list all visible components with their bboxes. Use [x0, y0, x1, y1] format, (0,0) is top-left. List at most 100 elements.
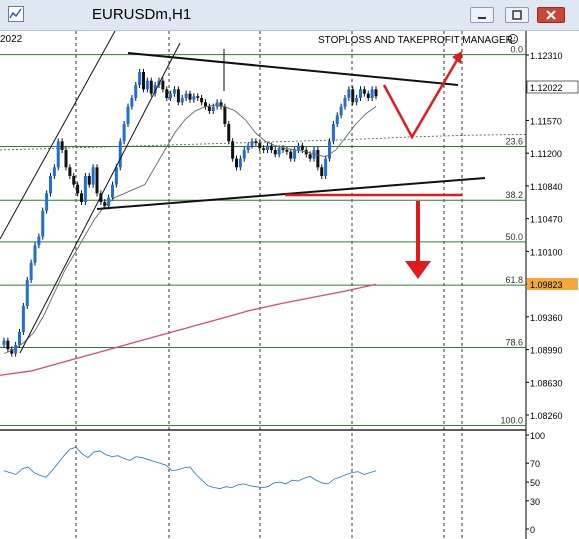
- candle-body: [130, 97, 134, 107]
- candle-body: [72, 175, 76, 185]
- candle-body: [370, 89, 374, 98]
- candle-body: [126, 106, 130, 124]
- candle-body: [29, 262, 33, 280]
- candle-body: [254, 141, 258, 144]
- candle-body: [339, 106, 343, 116]
- candle-body: [25, 279, 29, 306]
- candle-body: [64, 149, 68, 168]
- candle-body: [293, 149, 297, 159]
- candle-body: [83, 175, 87, 202]
- candle-body: [266, 145, 269, 150]
- candle-body: [331, 123, 335, 142]
- candle-body: [18, 331, 21, 345]
- candle-body: [45, 193, 49, 211]
- candle-body: [165, 89, 169, 98]
- candle-body: [192, 96, 196, 100]
- candle-body: [355, 97, 359, 103]
- candle-body: [215, 102, 219, 107]
- fib-level-label: 23.6: [505, 137, 523, 147]
- candle-body: [281, 148, 285, 150]
- candle-body: [76, 184, 80, 194]
- fib-level-label: 50.0: [505, 232, 523, 242]
- candle-body: [184, 93, 188, 98]
- window-title: EURUSDm,H1: [92, 6, 192, 23]
- candle-body: [118, 141, 122, 168]
- candle-body: [2, 340, 6, 345]
- close-button[interactable]: [537, 7, 565, 23]
- candle-body: [87, 175, 91, 185]
- ma200-price-value: 1.09823: [530, 280, 563, 290]
- fib-level-label: 78.6: [505, 338, 523, 348]
- candle-body: [231, 141, 235, 159]
- candle-body: [68, 167, 72, 176]
- candle-body: [227, 123, 231, 142]
- maximize-button[interactable]: [505, 7, 529, 23]
- fib-level-label: 61.8: [505, 275, 523, 285]
- fib-level-label: 0.0: [510, 45, 523, 55]
- candle-body: [142, 71, 145, 90]
- oscillator-tick-label: 50: [530, 478, 540, 488]
- candle-body: [328, 141, 331, 159]
- candle-body: [235, 158, 238, 168]
- candle-body: [246, 145, 250, 150]
- date-label: 2022: [0, 34, 23, 45]
- price-tick-label: 1.12310: [530, 51, 563, 61]
- candle-body: [262, 148, 266, 150]
- candle-body: [269, 145, 273, 150]
- candle-body: [277, 148, 281, 155]
- candle-body: [374, 89, 378, 97]
- candle-body: [223, 106, 227, 124]
- candle-body: [285, 149, 289, 152]
- candle-body: [37, 236, 41, 246]
- candle-body: [362, 89, 366, 94]
- price-tick-label: 1.08260: [530, 411, 563, 421]
- candle-body: [297, 145, 300, 150]
- oscillator-tick-label: 70: [530, 459, 540, 469]
- price-tick-label: 1.08630: [530, 378, 563, 388]
- candle-body: [207, 106, 211, 111]
- price-tick-label: 1.10100: [530, 247, 563, 257]
- candle-body: [21, 305, 25, 332]
- current-price-value: 1.12022: [530, 83, 563, 93]
- candle-body: [300, 145, 304, 150]
- candle-body: [169, 93, 173, 98]
- candle-body: [335, 115, 339, 124]
- oscillator-tick-label: 100: [530, 431, 545, 441]
- window-titlebar: EURUSDm,H1: [0, 0, 579, 31]
- candle-body: [242, 149, 246, 159]
- candle-body: [308, 154, 312, 159]
- candle-body: [6, 340, 10, 350]
- fib-level-label: 100.0: [500, 416, 523, 426]
- candle-body: [258, 143, 262, 149]
- price-tick-label: 1.10470: [530, 215, 563, 225]
- candle-body: [316, 149, 320, 168]
- candle-body: [359, 89, 362, 98]
- candle-body: [366, 93, 370, 98]
- candle-body: [343, 97, 347, 107]
- candle-body: [351, 89, 355, 103]
- oscillator-tick-label: 30: [530, 497, 540, 507]
- candle-body: [211, 106, 215, 111]
- oscillator-tick-label: 0: [530, 525, 535, 535]
- fib-level-label: 38.2: [505, 190, 523, 200]
- candle-body: [161, 80, 165, 90]
- price-tick-label: 1.11570: [530, 116, 562, 126]
- candle-body: [41, 210, 45, 237]
- candle-body: [49, 175, 52, 194]
- minimize-button[interactable]: [470, 7, 494, 23]
- price-tick-label: 1.08990: [530, 346, 563, 356]
- candle-body: [273, 149, 277, 155]
- candle-body: [111, 184, 114, 198]
- maximize-icon: [512, 10, 522, 20]
- minimize-icon: [478, 17, 486, 19]
- candle-body: [114, 167, 118, 185]
- candle-body: [176, 89, 180, 103]
- price-chart[interactable]: 0.0 23.6 38.2 50.0 61.8 78.6 100.0 1.12310 1.11…: [0, 31, 579, 539]
- candle-body: [138, 71, 142, 85]
- candle-body: [33, 245, 37, 263]
- candle-body: [320, 167, 324, 176]
- price-tick-label: 1.10840: [530, 182, 563, 192]
- candle-body: [134, 84, 138, 98]
- candle-body: [52, 167, 56, 176]
- candle-body: [250, 141, 254, 146]
